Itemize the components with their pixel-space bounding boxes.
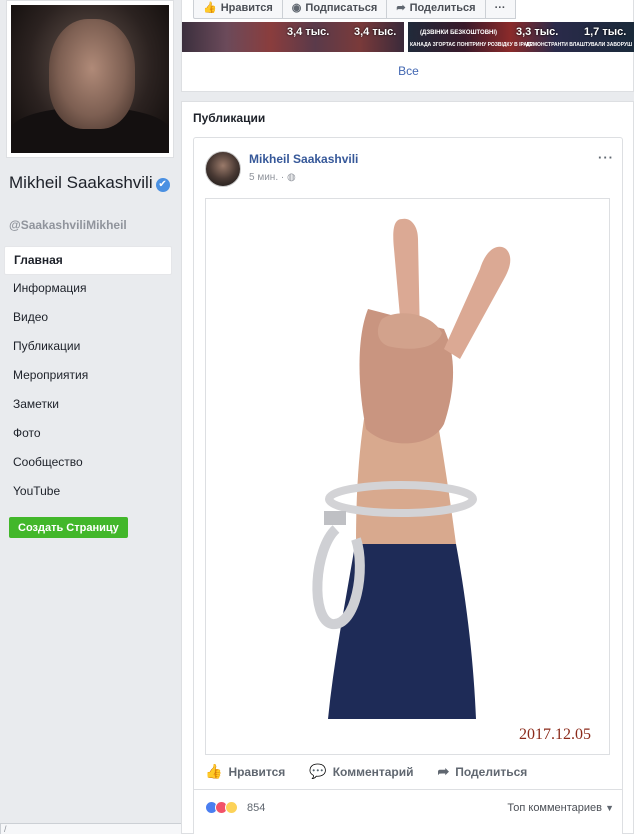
post-timestamp[interactable]: 5 мин. · ◍: [249, 172, 296, 183]
nav-item-posts[interactable]: Публикации: [4, 333, 172, 362]
nav-item-photos[interactable]: Фото: [4, 420, 172, 449]
video-thumbnail[interactable]: 3,4 тыс. 3,4 тыс.: [182, 22, 404, 52]
nav-item-info[interactable]: Информация: [4, 275, 172, 304]
post-image[interactable]: 2017.12.05: [205, 198, 610, 755]
video-views: 1,7 тыс.: [584, 26, 627, 38]
rss-icon: ◉: [291, 2, 302, 14]
nav-item-video[interactable]: Видео: [4, 304, 172, 333]
page-nav: Главная Информация Видео Публикации Меро…: [4, 246, 172, 507]
video-views: 3,3 тыс.: [516, 26, 559, 38]
video-views: 3,4 тыс.: [287, 26, 330, 38]
profile-photo: [11, 5, 169, 153]
create-page-button[interactable]: Создать Страницу: [9, 517, 128, 538]
comment-post-button[interactable]: 💬 Комментарий: [309, 763, 413, 780]
hand-handcuff-illustration: [312, 218, 511, 719]
post-avatar[interactable]: [205, 151, 241, 187]
post-actions: 👍 Нравится 💬 Комментарий ➦ Поделиться: [205, 763, 610, 780]
left-column: Mikheil Saakashvili ✔ @SaakashviliMikheil…: [0, 0, 180, 834]
post-options-button[interactable]: ···: [598, 150, 614, 165]
video-thumbnails: 3,4 тыс. 3,4 тыс. (ДЗВІНКИ БЕЗКОШТОВНІ) …: [182, 22, 634, 52]
like-page-label: Нравится: [220, 1, 273, 14]
like-post-button[interactable]: 👍 Нравится: [205, 763, 285, 780]
see-all-link[interactable]: Все: [182, 64, 634, 78]
comment-sort-label: Топ комментариев: [507, 802, 603, 814]
page-handle[interactable]: @SaakashviliMikheil: [9, 218, 127, 232]
profile-picture[interactable]: [6, 0, 174, 158]
share-arrow-icon: ➦: [437, 763, 450, 779]
page-name-text: Mikheil Saakashvili: [9, 173, 153, 192]
comment-sort-dropdown[interactable]: Топ комментариев ▼: [507, 802, 614, 814]
verified-badge-icon: ✔: [155, 178, 170, 192]
post: Mikheil Saakashvili 5 мин. · ◍ ··· 2017.…: [193, 137, 623, 834]
nav-item-youtube[interactable]: YouTube: [4, 478, 172, 507]
globe-icon: ◍: [287, 172, 296, 183]
like-post-label: Нравится: [228, 764, 286, 779]
more-options-button[interactable]: ···: [484, 0, 516, 19]
haha-reaction-icon: [225, 801, 238, 814]
share-post-label: Поделиться: [455, 764, 528, 779]
follow-page-button[interactable]: ◉ Подписаться: [281, 0, 388, 19]
chevron-down-icon: ▼: [605, 803, 614, 813]
more-options-icon: ···: [494, 1, 506, 14]
comment-post-label: Комментарий: [332, 764, 414, 779]
page-action-buttons: 👍 Нравится ◉ Подписаться ➦ Поделиться ··…: [193, 0, 516, 19]
post-divider: [194, 789, 622, 790]
nav-item-events[interactable]: Мероприятия: [4, 362, 172, 391]
video-thumbnail[interactable]: (ДЗВІНКИ БЕЗКОШТОВНІ) КАНАДА ЗГОРТАЄ ПОН…: [408, 22, 634, 52]
page-name[interactable]: Mikheil Saakashvili ✔: [9, 172, 170, 193]
share-page-label: Поделиться: [409, 1, 476, 14]
video-views: 3,4 тыс.: [354, 26, 397, 38]
reaction-icons: [205, 801, 238, 814]
thumbs-up-icon: 👍: [203, 2, 217, 14]
reactions-summary[interactable]: 854: [205, 801, 265, 814]
nav-item-community[interactable]: Сообщество: [4, 449, 172, 478]
nav-item-home[interactable]: Главная: [4, 246, 172, 275]
photo-face: [49, 19, 135, 129]
share-arrow-icon: ➦: [396, 2, 406, 14]
follow-page-label: Подписаться: [305, 1, 378, 14]
post-author[interactable]: Mikheil Saakashvili: [249, 152, 358, 166]
video-caption: (ДЗВІНКИ БЕЗКОШТОВНІ): [420, 30, 498, 36]
video-caption: КАНАДА ЗГОРТАЄ ПОНІТРИНУ РОЗВІДКУ В ІРАК…: [410, 42, 534, 48]
nav-item-notes[interactable]: Заметки: [4, 391, 172, 420]
comment-bubble-icon: 💬: [309, 763, 327, 779]
publications-card: Публикации Mikheil Saakashvili 5 мин. · …: [181, 101, 634, 834]
post-time-text: 5 мин.: [249, 172, 279, 183]
like-page-button[interactable]: 👍 Нравится: [193, 0, 283, 19]
video-caption: ДЕМОНСТРАНТИ ВЛАШТУВАЛИ ЗАВОРУШ: [526, 42, 633, 48]
share-post-button[interactable]: ➦ Поделиться: [438, 763, 528, 780]
image-date-caption: 2017.12.05: [519, 726, 591, 743]
video-card: 👍 Нравится ◉ Подписаться ➦ Поделиться ··…: [181, 0, 634, 92]
publications-title: Публикации: [193, 111, 266, 125]
reaction-count: 854: [247, 801, 266, 814]
share-page-button[interactable]: ➦ Поделиться: [386, 0, 486, 19]
thumbs-up-icon: 👍: [205, 763, 223, 779]
